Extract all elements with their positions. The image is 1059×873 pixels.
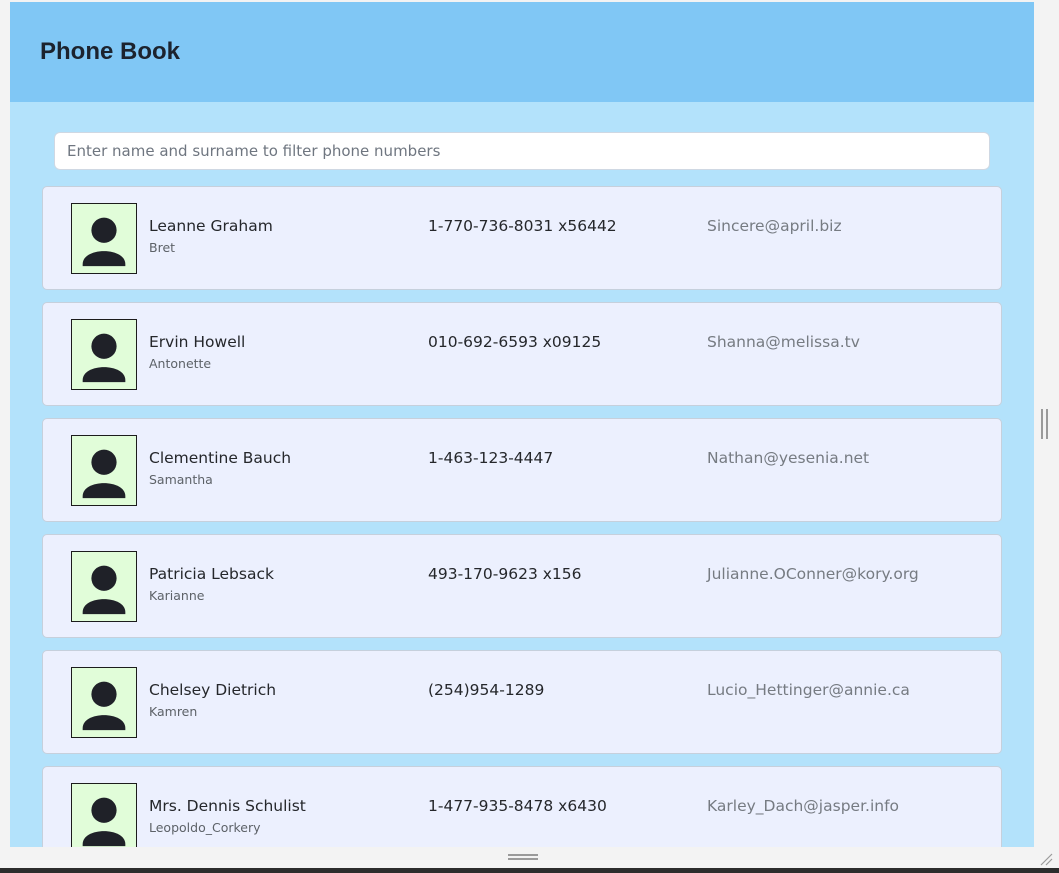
contact-username: Kamren [149, 704, 198, 719]
contact-username: Samantha [149, 472, 213, 487]
horizontal-resize-handle[interactable] [508, 854, 538, 862]
contact-email: Karley_Dach@jasper.info [707, 797, 900, 815]
contact-card[interactable]: Leanne Graham Bret 1-770-736-8031 x56442… [42, 186, 1002, 290]
contact-email: Julianne.OConner@kory.org [707, 565, 919, 583]
search-container [54, 132, 990, 170]
contact-name: Leanne Graham [149, 217, 273, 235]
person-icon [71, 551, 137, 622]
contact-username: Leopoldo_Corkery [149, 820, 261, 835]
person-icon [71, 319, 137, 390]
bottom-edge [0, 868, 1059, 873]
contact-list: Leanne Graham Bret 1-770-736-8031 x56442… [42, 186, 1002, 847]
contact-phone: 010-692-6593 x09125 [428, 333, 602, 351]
contact-email: Lucio_Hettinger@annie.ca [707, 681, 910, 699]
search-input[interactable] [54, 132, 990, 170]
vertical-resize-handle[interactable] [1041, 409, 1049, 439]
contact-phone: 1-463-123-4447 [428, 449, 554, 467]
contact-phone: 1-477-935-8478 x6430 [428, 797, 607, 815]
person-icon [71, 203, 137, 274]
contact-phone: 493-170-9623 x156 [428, 565, 582, 583]
contact-username: Antonette [149, 356, 212, 371]
contact-username: Bret [149, 240, 176, 255]
contact-name: Patricia Lebsack [149, 565, 274, 583]
app-window: Phone Book Leanne Graham Bret 1-770-736-… [10, 2, 1034, 847]
contact-card[interactable]: Patricia Lebsack Karianne 493-170-9623 x… [42, 534, 1002, 638]
contact-card[interactable]: Ervin Howell Antonette 010-692-6593 x091… [42, 302, 1002, 406]
person-icon [71, 667, 137, 738]
contact-card[interactable]: Clementine Bauch Samantha 1-463-123-4447… [42, 418, 1002, 522]
contact-username: Karianne [149, 588, 205, 603]
contact-name: Chelsey Dietrich [149, 681, 277, 699]
contact-email: Shanna@melissa.tv [707, 333, 860, 351]
contact-email: Nathan@yesenia.net [707, 449, 870, 467]
contact-phone: 1-770-736-8031 x56442 [428, 217, 617, 235]
contact-name: Clementine Bauch [149, 449, 292, 467]
contact-name: Ervin Howell [149, 333, 246, 351]
resize-corner-icon[interactable] [1039, 851, 1053, 866]
person-icon [71, 435, 137, 506]
contact-card[interactable]: Mrs. Dennis Schulist Leopoldo_Corkery 1-… [42, 766, 1002, 847]
contact-phone: (254)954-1289 [428, 681, 545, 699]
contact-card[interactable]: Chelsey Dietrich Kamren (254)954-1289 Lu… [42, 650, 1002, 754]
page-title: Phone Book [40, 38, 181, 65]
contact-name: Mrs. Dennis Schulist [149, 797, 306, 815]
header-bar: Phone Book [10, 2, 1034, 102]
contact-email: Sincere@april.biz [707, 217, 842, 235]
person-icon [71, 783, 137, 847]
